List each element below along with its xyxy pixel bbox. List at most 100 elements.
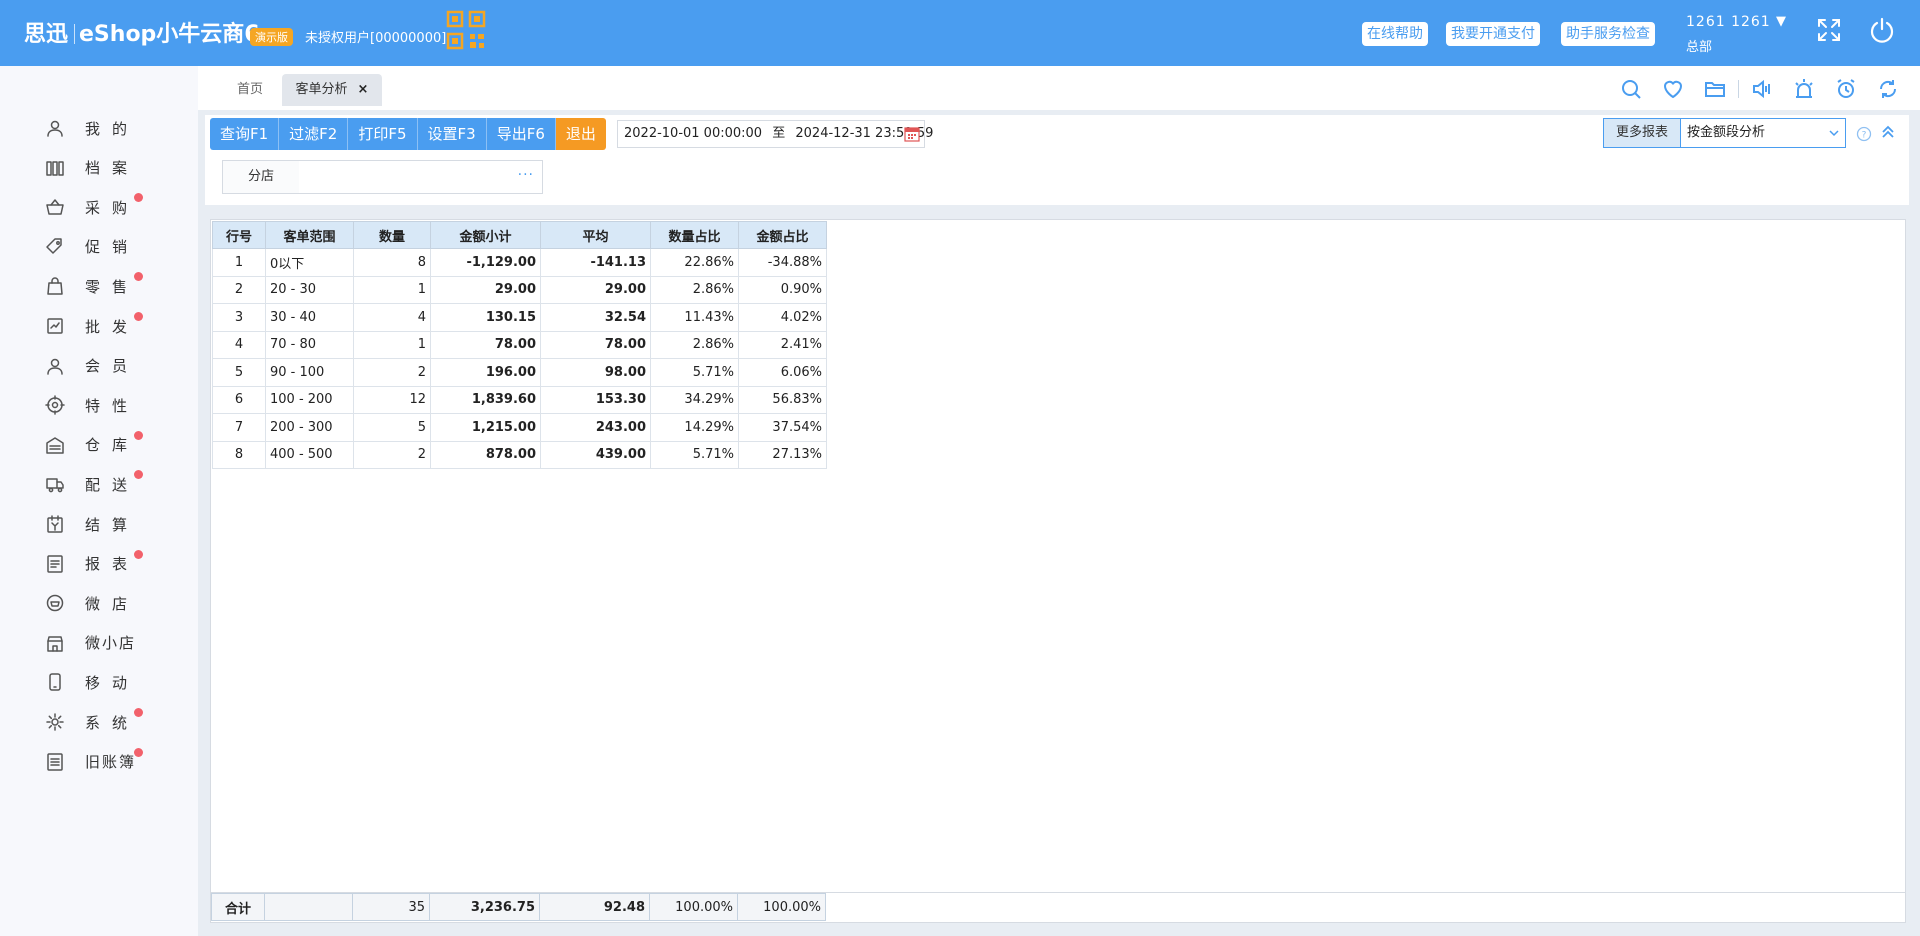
tab-home[interactable]: 首页 <box>226 74 274 106</box>
cell-amount: 130.15 <box>430 303 541 332</box>
table-row[interactable]: 5 90 - 100 2 196.00 98.00 5.71% 6.06% <box>212 358 827 387</box>
totals-amount-ratio: 100.00% <box>737 893 826 921</box>
column-header-row-no[interactable]: 行号 <box>212 221 266 249</box>
table-row[interactable]: 2 20 - 30 1 29.00 29.00 2.86% 0.90% <box>212 275 827 304</box>
sidebar-item-4[interactable]: 零售 <box>0 268 198 304</box>
table-row[interactable]: 1 0以下 8 -1,129.00 -141.13 22.86% -34.88% <box>212 248 827 277</box>
collapse-up-icon[interactable] <box>1880 124 1896 140</box>
refresh-icon[interactable] <box>1876 77 1900 101</box>
cell-range: 90 - 100 <box>265 358 354 387</box>
tab-customer-order-analysis[interactable]: 客单分析 × <box>282 74 382 106</box>
sidebar-item-8[interactable]: 仓库 <box>0 427 198 463</box>
open-payment-button[interactable]: 我要开通支付 <box>1446 22 1540 46</box>
user-name[interactable]: 1261 1261 <box>1686 14 1771 30</box>
cell-range: 400 - 500 <box>265 440 354 469</box>
cell-amount-ratio: 27.13% <box>738 440 827 469</box>
column-header-quantity[interactable]: 数量 <box>353 221 431 249</box>
sidebar-item-15[interactable]: 系统 <box>0 704 198 740</box>
online-help-button[interactable]: 在线帮助 <box>1362 22 1428 46</box>
user-dropdown-icon[interactable]: ▼ <box>1776 14 1786 29</box>
table-row[interactable]: 4 70 - 80 1 78.00 78.00 2.86% 2.41% <box>212 330 827 359</box>
cell-amount-ratio: 0.90% <box>738 275 827 304</box>
tag-icon <box>46 238 62 254</box>
totals-quantity: 35 <box>352 893 430 921</box>
power-icon[interactable] <box>1868 16 1896 44</box>
column-header-amount-ratio[interactable]: 金额占比 <box>738 221 827 249</box>
store-filter-input[interactable]: ··· <box>299 160 543 194</box>
sidebar-item-5[interactable]: 批发 <box>0 308 198 344</box>
sidebar-item-label: 特性 <box>85 396 140 415</box>
speaker-icon[interactable] <box>1750 77 1774 101</box>
cell-row-no: 5 <box>212 358 266 387</box>
filter-button[interactable]: 过滤F2 <box>279 118 349 150</box>
service-check-button[interactable]: 助手服务检查 <box>1561 22 1655 46</box>
sidebar-item-label: 批发 <box>85 317 140 336</box>
alarm-light-icon[interactable] <box>1792 77 1816 101</box>
cell-quantity: 4 <box>353 303 431 332</box>
gear-icon <box>46 713 64 731</box>
more-options-icon[interactable]: ··· <box>518 167 534 183</box>
qr-code-icon[interactable] <box>446 10 486 50</box>
truck-icon <box>46 478 64 493</box>
table-row[interactable]: 6 100 - 200 12 1,839.60 153.30 34.29% 56.83% <box>212 385 827 414</box>
mini-shop-icon <box>47 636 63 652</box>
sidebar-item-13[interactable]: 微小店 <box>0 625 198 661</box>
table-row[interactable]: 7 200 - 300 5 1,215.00 243.00 14.29% 37.54% <box>212 413 827 442</box>
unauthorized-user-text: 未授权用户[00000000] <box>305 31 447 46</box>
help-icon[interactable]: ? <box>1856 126 1872 142</box>
sidebar-item-10[interactable]: 结算 <box>0 506 198 542</box>
notification-dot <box>134 747 143 757</box>
alarm-clock-icon[interactable] <box>1834 77 1858 101</box>
sidebar-item-6[interactable]: 会员 <box>0 348 198 384</box>
column-header-amount[interactable]: 金额小计 <box>430 221 541 249</box>
cell-average: 78.00 <box>540 330 651 359</box>
cell-quantity-ratio: 11.43% <box>650 303 739 332</box>
sidebar-item-7[interactable]: 特性 <box>0 387 198 423</box>
sidebar-item-label: 系统 <box>85 713 140 732</box>
table-row[interactable]: 8 400 - 500 2 878.00 439.00 5.71% 27.13% <box>212 440 827 469</box>
calendar-icon[interactable] <box>904 126 920 142</box>
close-tab-icon[interactable]: × <box>358 82 369 97</box>
cell-range: 30 - 40 <box>265 303 354 332</box>
cell-quantity: 12 <box>353 385 431 414</box>
sidebar-item-11[interactable]: 报表 <box>0 546 198 582</box>
sidebar-item-2[interactable]: 采购 <box>0 189 198 225</box>
settings-button[interactable]: 设置F3 <box>417 118 487 150</box>
report-type-select[interactable]: 按金额段分析 <box>1680 118 1846 148</box>
folder-icon[interactable] <box>1703 77 1727 101</box>
cell-row-no: 3 <box>212 303 266 332</box>
search-icon[interactable] <box>1619 77 1643 101</box>
sidebar-item-label: 采购 <box>85 198 140 217</box>
notification-dot <box>134 193 143 203</box>
settle-icon <box>47 515 63 533</box>
exit-button[interactable]: 退出 <box>555 118 606 150</box>
cell-row-no: 4 <box>212 330 266 359</box>
user-icon <box>47 120 63 137</box>
column-header-quantity-ratio[interactable]: 数量占比 <box>650 221 739 249</box>
sidebar-item-14[interactable]: 移动 <box>0 664 198 700</box>
sidebar-item-3[interactable]: 促销 <box>0 229 198 265</box>
favorite-icon[interactable] <box>1661 77 1685 101</box>
notification-dot <box>134 470 143 480</box>
notification-dot <box>134 708 143 717</box>
sidebar-item-9[interactable]: 配送 <box>0 466 198 502</box>
sidebar-item-label: 会员 <box>85 357 140 376</box>
date-range-input[interactable]: 2022-10-01 00:00:00 至 2024-12-31 23:59:5… <box>617 120 933 148</box>
top-header: 思迅 eShop小牛云商6 演示版 未授权用户[00000000] 在线帮助 我要… <box>0 0 1920 66</box>
sidebar: 我的档案采购促销 零售批发会员特性仓库 配送结算报表 微店微小店 移动系统旧账簿 <box>0 66 198 936</box>
sidebar-item-16[interactable]: 旧账簿 <box>0 744 198 780</box>
totals-row: 合计 35 3,236.75 92.48 100.00% 100.00% <box>211 893 826 921</box>
print-button[interactable]: 打印F5 <box>348 118 418 150</box>
cell-range: 20 - 30 <box>265 275 354 304</box>
sidebar-item-label: 结算 <box>85 515 140 534</box>
column-header-range[interactable]: 客单范围 <box>265 221 354 249</box>
ledger-icon <box>47 752 63 771</box>
sidebar-item-0[interactable]: 我的 <box>0 110 198 146</box>
export-button[interactable]: 导出F6 <box>486 118 556 150</box>
fullscreen-icon[interactable] <box>1815 16 1843 44</box>
query-button[interactable]: 查询F1 <box>210 118 280 150</box>
column-header-average[interactable]: 平均 <box>540 221 651 249</box>
sidebar-item-1[interactable]: 档案 <box>0 150 198 186</box>
table-row[interactable]: 3 30 - 40 4 130.15 32.54 11.43% 4.02% <box>212 303 827 332</box>
sidebar-item-12[interactable]: 微店 <box>0 585 198 621</box>
